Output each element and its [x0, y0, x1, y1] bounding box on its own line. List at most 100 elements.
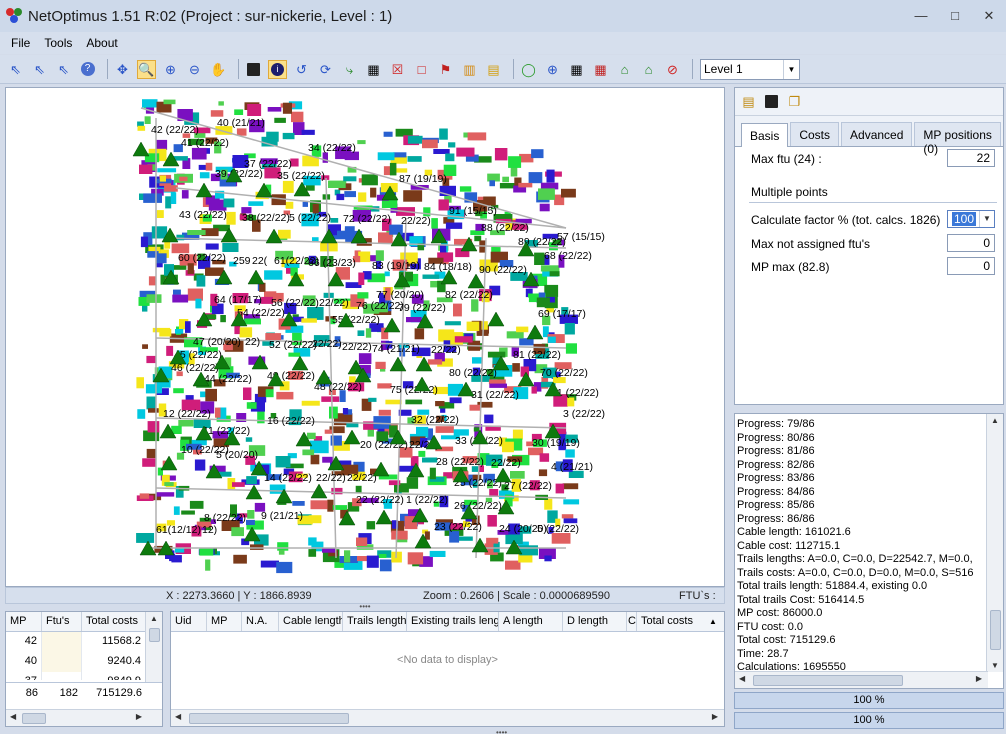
house-green-icon[interactable]: ⌂ — [615, 60, 634, 79]
add-node-icon[interactable]: ⊕ — [543, 60, 562, 79]
table-row[interactable]: 40 9240.4 — [6, 652, 162, 672]
log-line: Progress: 85/86 — [737, 499, 815, 511]
column-header-mp[interactable]: MP — [6, 612, 42, 631]
route-icon[interactable]: ⤷ — [340, 60, 359, 79]
chart-columns-icon[interactable]: ▥ — [460, 60, 479, 79]
mp-triangle-icon[interactable] — [247, 269, 265, 285]
horizontal-scrollbar[interactable]: ◀ ▶ — [171, 709, 724, 726]
menu-file[interactable]: File — [4, 36, 37, 50]
calc-red-icon[interactable]: ▦ — [591, 60, 610, 79]
chevron-down-icon[interactable]: ▼ — [979, 211, 994, 227]
menu-about[interactable]: About — [79, 36, 124, 50]
save-icon[interactable] — [762, 92, 781, 111]
pan-hand-icon[interactable]: ✋ — [209, 60, 228, 79]
column-header-trails-length[interactable]: Trails length — [343, 612, 407, 631]
max-not-assigned-input[interactable]: 0 — [947, 234, 995, 252]
report-icon[interactable]: ▤ — [484, 60, 503, 79]
select-remove-icon[interactable]: ⇖ — [54, 60, 73, 79]
mp-triangle-icon[interactable] — [310, 483, 328, 499]
sort-up-icon[interactable]: ▲ — [709, 612, 721, 631]
bottom-grip[interactable]: •••• — [496, 728, 507, 734]
minimize-button[interactable]: — — [904, 4, 938, 28]
pan-center-icon[interactable]: ✥ — [113, 60, 132, 79]
tab-advanced[interactable]: Advanced — [841, 122, 913, 146]
building-block — [547, 336, 556, 343]
max-ftu-input[interactable]: 22 — [947, 149, 995, 167]
building-icon[interactable]: ▦ — [364, 60, 383, 79]
level-select[interactable]: Level 1 ▼ — [700, 58, 800, 80]
column-header-mp[interactable]: MP — [207, 612, 242, 631]
mp-triangle-icon[interactable] — [389, 356, 407, 372]
map-view[interactable]: 40 (21/21) 42 (22/22) 41 (22/22) 34 (22/22)… — [5, 87, 725, 587]
menu-bar: File Tools About — [0, 32, 1006, 54]
chart-bar-icon[interactable]: ⚑ — [436, 60, 455, 79]
mp-triangle-icon[interactable] — [494, 467, 512, 483]
building-block — [403, 190, 423, 202]
mp-triangle-icon[interactable] — [487, 311, 505, 327]
column-header-d-length[interactable]: D length — [563, 612, 627, 631]
vertical-scrollbar[interactable]: ▲ ▼ — [986, 414, 1003, 672]
select-add-icon[interactable]: ⇖ — [30, 60, 49, 79]
column-header-uid[interactable]: Uid — [171, 612, 207, 631]
copy-icon[interactable]: ❐ — [785, 92, 804, 111]
open-folder-icon[interactable]: ▤ — [739, 92, 758, 111]
mp-triangle-icon[interactable] — [526, 324, 544, 340]
delete-red-box-icon[interactable]: ☒ — [388, 60, 407, 79]
table-row[interactable]: 42 11568.2 — [6, 632, 162, 652]
zoom-out-icon[interactable]: ⊖ — [185, 60, 204, 79]
horizontal-scrollbar[interactable]: ◀ ▶ — [6, 709, 162, 726]
refresh-icon[interactable]: ⟳ — [316, 60, 335, 79]
calc-factor-select[interactable]: 100 ▼ — [947, 210, 995, 228]
rectangle-icon[interactable]: □ — [412, 60, 431, 79]
column-header-a-length[interactable]: A length — [499, 612, 563, 631]
mp-triangle-icon[interactable] — [375, 509, 393, 525]
horizontal-scrollbar[interactable]: ◀ ▶ — [735, 671, 988, 688]
network-map[interactable]: 40 (21/21) 42 (22/22)41 (22/22) 34 (22/22)… — [6, 88, 725, 587]
zoom-in-icon[interactable]: ⊕ — [161, 60, 180, 79]
mp-max-input[interactable]: 0 — [947, 257, 995, 275]
undo-curve-icon[interactable]: ↺ — [292, 60, 311, 79]
mp-triangle-icon[interactable] — [315, 369, 333, 385]
horizontal-splitter[interactable]: •••• — [5, 603, 725, 611]
mp-triangle-icon[interactable] — [517, 371, 535, 387]
mp-triangle-icon[interactable] — [291, 355, 309, 371]
scrollbar-thumb[interactable] — [990, 610, 1001, 650]
tab-costs[interactable]: Costs — [790, 122, 840, 146]
scrollbar-thumb[interactable] — [22, 713, 46, 724]
menu-tools[interactable]: Tools — [37, 36, 79, 50]
mp-triangle-icon[interactable] — [383, 317, 401, 333]
table-row[interactable]: 37 9849.9 — [6, 672, 162, 680]
building-block — [210, 110, 224, 117]
mp-triangle-icon[interactable] — [245, 484, 263, 500]
column-header-na[interactable]: N.A. — [242, 612, 279, 631]
scrollbar-thumb[interactable] — [149, 628, 160, 642]
mp-triangle-icon[interactable] — [467, 273, 485, 289]
column-header-c[interactable]: C — [627, 612, 637, 631]
mp-triangle-icon[interactable] — [132, 141, 150, 157]
scrollbar-thumb[interactable] — [753, 675, 903, 686]
help-icon[interactable]: ? — [78, 60, 97, 79]
vertical-splitter[interactable] — [726, 87, 734, 727]
restore-button[interactable]: □ — [938, 4, 972, 28]
column-header-existing-trails[interactable]: Existing trails leng — [407, 612, 499, 631]
vertical-scrollbar[interactable]: ▲ — [145, 612, 162, 682]
tab-basis[interactable]: Basis — [741, 123, 789, 147]
column-header-total-costs[interactable]: Total costs — [637, 612, 709, 631]
scrollbar-thumb[interactable] — [189, 713, 349, 724]
node-green-icon[interactable]: ◯ — [519, 60, 538, 79]
close-button[interactable]: ✕ — [972, 4, 1006, 28]
save-icon[interactable] — [244, 60, 263, 79]
building-block — [163, 99, 176, 105]
info-icon[interactable]: i — [268, 59, 287, 79]
calculator-icon[interactable]: ▦ — [567, 60, 586, 79]
column-header-ftus[interactable]: Ftu's — [42, 612, 82, 631]
select-arrow-icon[interactable]: ⇖ — [6, 60, 25, 79]
column-header-cable-length[interactable]: Cable length — [279, 612, 343, 631]
column-header-total-costs[interactable]: Total costs — [82, 612, 146, 631]
mp-triangle-icon[interactable] — [343, 429, 361, 445]
zoom-window-icon[interactable]: 🔍 — [137, 59, 156, 79]
tab-mp-positions[interactable]: MP positions (0) — [914, 122, 1001, 156]
house-outline-icon[interactable]: ⌂ — [639, 60, 658, 79]
no-entry-icon[interactable]: ⊘ — [663, 60, 682, 79]
chevron-down-icon[interactable]: ▼ — [783, 59, 799, 79]
